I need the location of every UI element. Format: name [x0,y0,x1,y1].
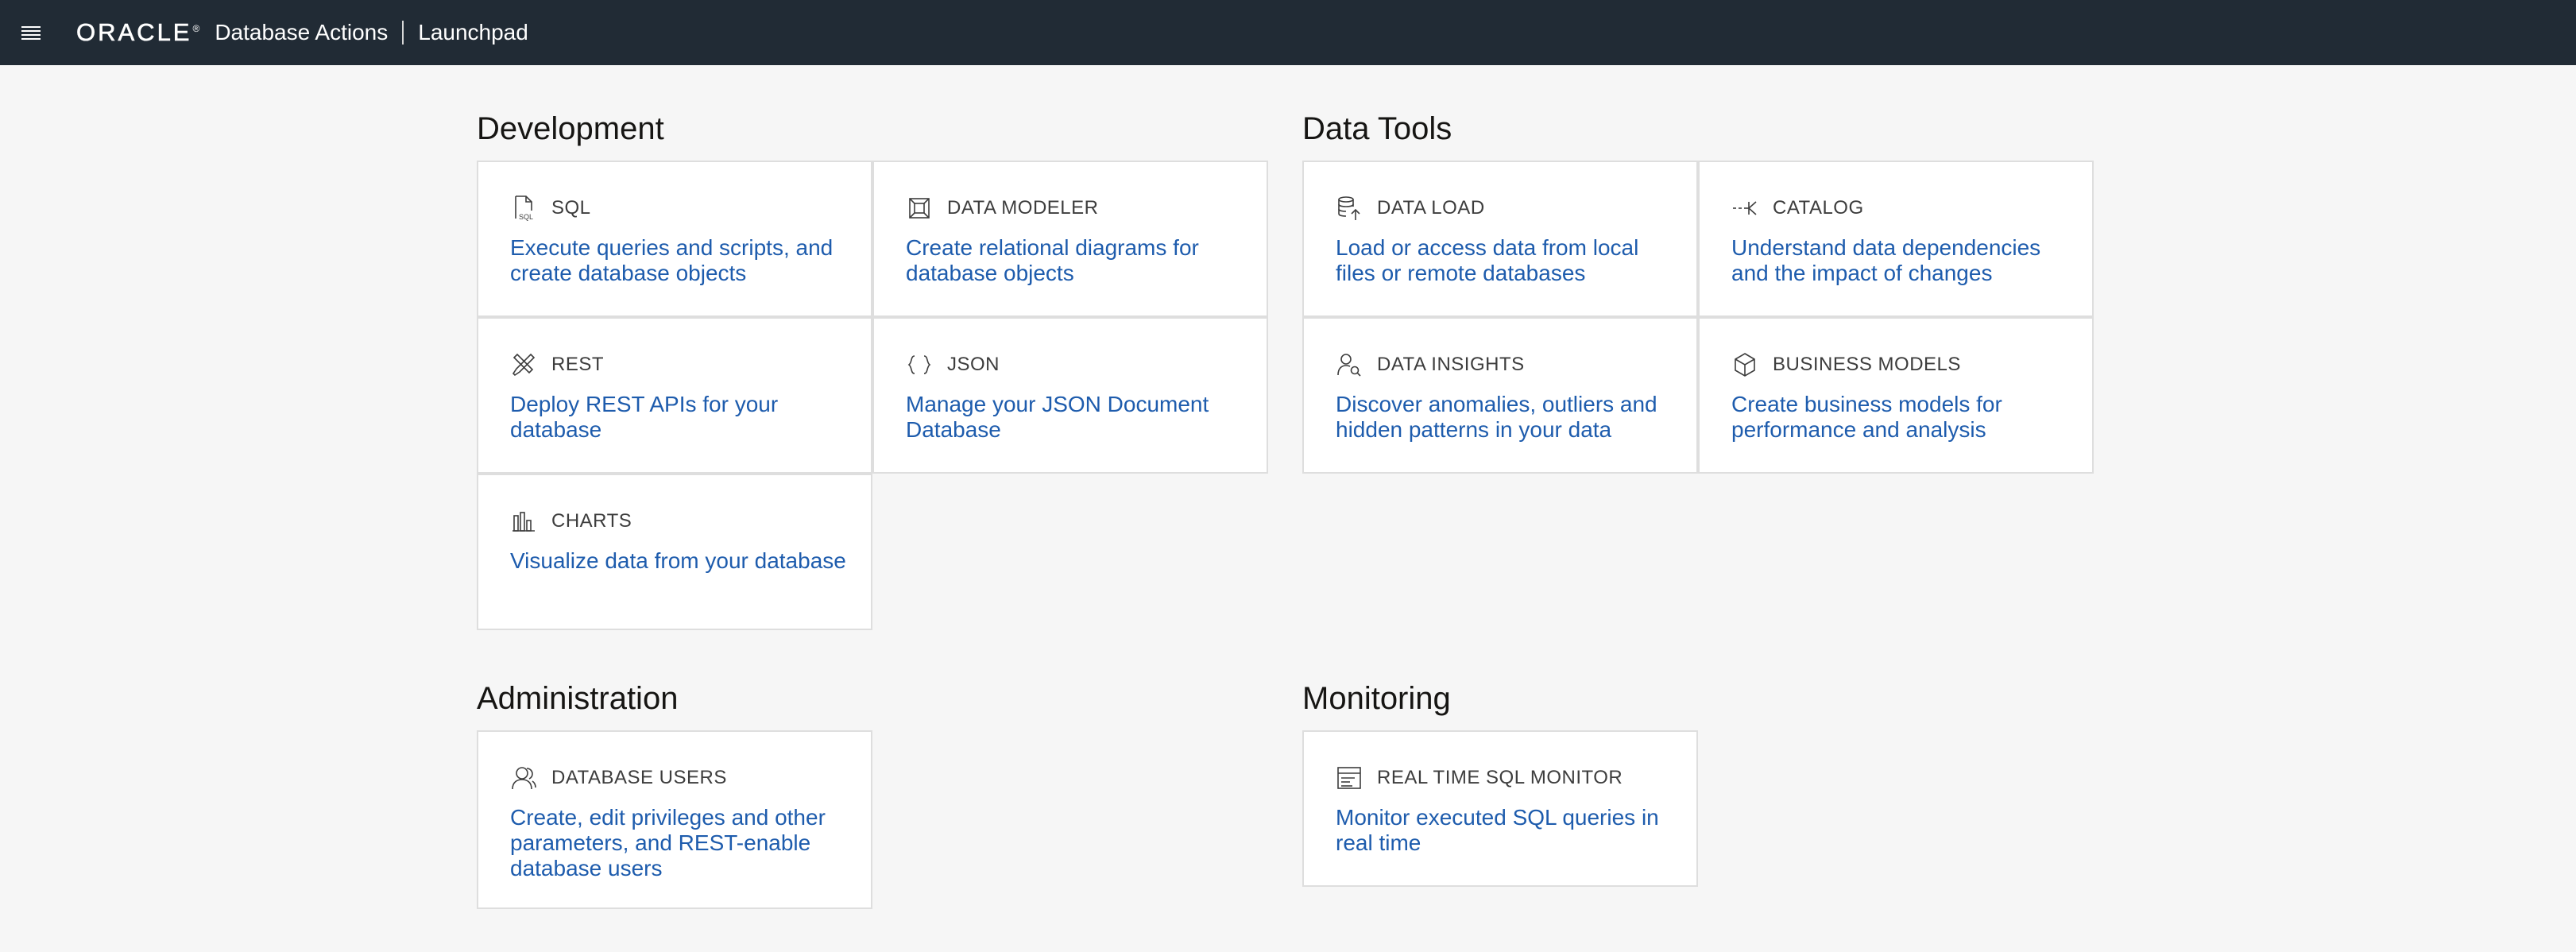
svg-text:SQL: SQL [519,213,533,221]
lineage-icon [1731,195,1758,222]
tile-title-database-users: DATABASE USERS [551,767,727,788]
page-name: Launchpad [418,20,528,45]
tile-description-data-insights[interactable]: Discover anomalies, outliers and hidden … [1336,392,1677,443]
database-upload-icon [1336,195,1363,222]
cube-icon [1731,351,1758,378]
tile-description-rest[interactable]: Deploy REST APIs for your database [510,392,852,443]
section-title-development: Development [477,111,664,146]
tile-title-charts: CHARTS [551,510,632,532]
bar-chart-icon [510,508,537,535]
tile-database-users[interactable]: DATABASE USERS Create, edit privileges a… [477,730,872,909]
tile-title-catalog: CATALOG [1773,197,1864,219]
rest-tools-icon [510,351,537,378]
section-data-tools: Data Tools DATA LOAD Load or access data… [1302,105,2094,474]
tile-title-business-models: BUSINESS MODELS [1773,354,1961,375]
tile-catalog[interactable]: CATALOG Understand data dependencies and… [1698,161,2094,317]
tile-title-data-modeler: DATA MODELER [947,197,1099,219]
section-administration: Administration DATABASE USERS Create, ed… [477,675,872,909]
tile-description-charts[interactable]: Visualize data from your database [510,548,852,574]
section-title-monitoring: Monitoring [1302,681,1451,716]
brand-home-link[interactable]: ORACLE® Database Actions Launchpad [76,0,528,65]
tile-data-insights[interactable]: DATA INSIGHTS Discover anomalies, outlie… [1302,317,1698,474]
section-title-data-tools: Data Tools [1302,111,1452,146]
tile-description-real-time-sql-monitor[interactable]: Monitor executed SQL queries in real tim… [1336,805,1677,856]
title-separator [402,21,404,45]
tile-title-json: JSON [947,354,1000,375]
tile-title-real-time-sql-monitor: REAL TIME SQL MONITOR [1377,767,1623,788]
tile-real-time-sql-monitor[interactable]: REAL TIME SQL MONITOR Monitor executed S… [1302,730,1698,887]
tile-json[interactable]: JSON Manage your JSON Document Database [872,317,1268,474]
data-modeler-icon [906,195,933,222]
section-development: Development SQL SQL Execute queries and … [477,105,1268,630]
tile-description-catalog[interactable]: Understand data dependencies and the imp… [1731,235,2073,286]
tile-description-data-modeler[interactable]: Create relational diagrams for database … [906,235,1247,286]
oracle-logo-text: ORACLE [76,18,192,47]
monitor-list-icon [1336,764,1363,791]
tile-description-business-models[interactable]: Create business models for performance a… [1731,392,2073,443]
tile-rest[interactable]: REST Deploy REST APIs for your database [477,317,872,474]
tile-business-models[interactable]: BUSINESS MODELS Create business models f… [1698,317,2094,474]
top-navigation-bar: ORACLE® Database Actions Launchpad [0,0,2576,65]
tile-charts[interactable]: CHARTS Visualize data from your database [477,474,872,630]
tile-description-database-users[interactable]: Create, edit privileges and other parame… [510,805,852,881]
user-search-icon [1336,351,1363,378]
tile-data-modeler[interactable]: DATA MODELER Create relational diagrams … [872,161,1268,317]
tile-description-sql[interactable]: Execute queries and scripts, and create … [510,235,852,286]
oracle-logo-registered-mark: ® [192,22,203,34]
tile-title-sql: SQL [551,197,591,219]
tile-title-data-load: DATA LOAD [1377,197,1485,219]
section-monitoring: Monitoring REAL TIME SQL MONITOR Monitor… [1302,675,1698,887]
tile-description-json[interactable]: Manage your JSON Document Database [906,392,1247,443]
sql-file-icon: SQL [510,195,537,222]
section-title-administration: Administration [477,681,679,716]
tile-data-load[interactable]: DATA LOAD Load or access data from local… [1302,161,1698,317]
tile-title-data-insights: DATA INSIGHTS [1377,354,1525,375]
tile-description-data-load[interactable]: Load or access data from local files or … [1336,235,1677,286]
tile-title-rest: REST [551,354,605,375]
hamburger-menu-icon[interactable] [19,21,43,45]
tile-sql[interactable]: SQL SQL Execute queries and scripts, and… [477,161,872,317]
oracle-logo: ORACLE® [76,18,202,47]
json-braces-icon [906,351,933,378]
users-icon [510,764,537,791]
app-name: Database Actions [215,20,389,45]
